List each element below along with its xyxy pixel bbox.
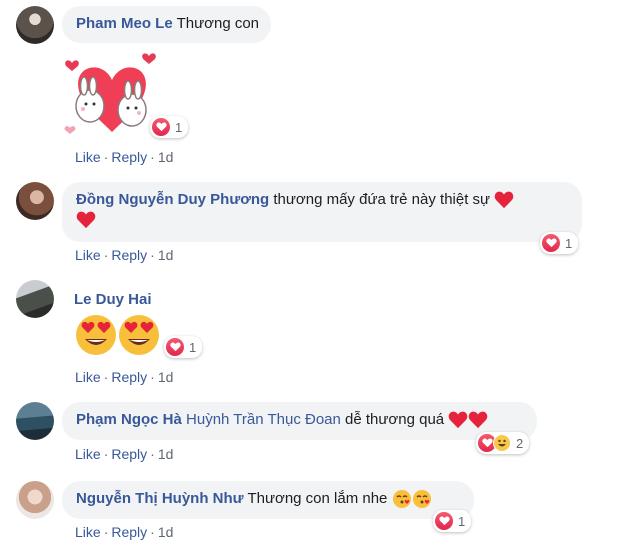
comment-4: Phạm Ngọc Hà Huỳnh Trần Thục Đoan dễ thư… [0,390,623,470]
heart-icon [449,411,468,429]
reply-link[interactable]: Reply [111,369,147,385]
comment-bubble: Pham Meo Le Thương con [62,6,272,43]
comment-author[interactable]: Nguyễn Thị Huỳnh Như [76,490,244,507]
comment-actions: Like · Reply · 1d [75,524,174,540]
comment-author[interactable]: Le Duy Hai [74,291,152,308]
reaction-badge[interactable]: 1 [540,232,579,254]
avatar[interactable] [16,481,54,519]
heart-icon [152,118,170,136]
reaction-count: 1 [565,235,573,251]
reply-link[interactable]: Reply [111,149,147,165]
comment-actions: Like · Reply · 1d [75,369,174,385]
comment-time[interactable]: 1d [158,446,174,462]
sticker-heart-small-2 [142,53,156,64]
like-link[interactable]: Like [75,524,101,540]
avatar[interactable] [16,182,54,220]
reaction-count: 1 [175,119,183,135]
comment-author[interactable]: Phạm Ngọc Hà [76,411,182,428]
comment-time[interactable]: 1d [158,524,174,540]
comment-actions: Like · Reply · 1d [75,247,174,263]
sticker-heart-small-3 [64,126,76,134]
comment-text: thương mấy đứa trẻ này thiệt sự [273,191,491,208]
reply-link[interactable]: Reply [111,446,147,462]
reaction-badge[interactable]: 1 [433,510,472,532]
comment-actions: Like · Reply · 1d [75,149,174,165]
comment-bubble: Đồng Nguyễn Duy Phương thương mấy đứa tr… [62,182,582,242]
reply-link[interactable]: Reply [111,247,147,263]
avatar[interactable] [16,6,54,44]
kissing-heart-emoji [412,490,431,509]
heart-icon [435,512,453,530]
comment-actions: Like · Reply · 1d [75,446,174,462]
haha-reaction-icon [493,434,511,452]
mention-link[interactable]: Huỳnh Trần Thục Đoan [186,411,341,428]
heart-icon [76,211,96,229]
bunnies-heart-sticker [64,53,156,134]
comment-time[interactable]: 1d [158,369,174,385]
comment-text: dễ thương quá [345,411,445,428]
comment-1: Pham Meo Le Thương con 1 Like · Reply · 1d [0,0,623,170]
reply-link[interactable]: Reply [111,524,147,540]
comment-time[interactable]: 1d [158,149,174,165]
comment-2: Đồng Nguyễn Duy Phương thương mấy đứa tr… [0,170,623,270]
comment-text: Thương con lắm nhe [247,490,388,507]
like-link[interactable]: Like [75,149,101,165]
sticker-bunny-left [75,89,105,123]
heart-icon [469,411,488,429]
comment-time[interactable]: 1d [158,247,174,263]
comment-3: Le Duy Hai 1 Like · Reply · 1d [0,270,623,390]
comment-author[interactable]: Đồng Nguyễn Duy Phương [76,191,269,208]
comment-5: Nguyễn Thị Huỳnh Như Thương con lắm nhe … [0,470,623,555]
reaction-badge[interactable]: 2 [476,432,530,454]
heart-eyes-emoji [119,315,159,355]
kissing-heart-emoji [392,490,411,509]
like-link[interactable]: Like [75,247,101,263]
like-link[interactable]: Like [75,446,101,462]
comment-bubble: Nguyễn Thị Huỳnh Như Thương con lắm nhe [62,481,474,519]
like-link[interactable]: Like [75,369,101,385]
heart-eyes-emoji [76,315,116,355]
heart-icon [166,338,184,356]
avatar[interactable] [16,402,54,440]
reaction-count: 2 [516,435,524,451]
comment-bubble: Le Duy Hai [74,290,152,310]
heart-icon [494,191,514,209]
comment-text: Thương con [176,15,260,32]
reaction-count: 1 [458,513,466,529]
sticker-bunny-right [117,93,147,127]
reaction-count: 1 [189,339,197,355]
comment-author[interactable]: Pham Meo Le [76,15,173,32]
heart-icon [542,234,560,252]
sticker-heart-small-1 [65,60,79,71]
comment-bubble: Phạm Ngọc Hà Huỳnh Trần Thục Đoan dễ thư… [62,402,537,440]
reaction-badge[interactable]: 1 [164,336,203,358]
avatar[interactable] [16,280,54,318]
reaction-badge[interactable]: 1 [150,116,189,138]
